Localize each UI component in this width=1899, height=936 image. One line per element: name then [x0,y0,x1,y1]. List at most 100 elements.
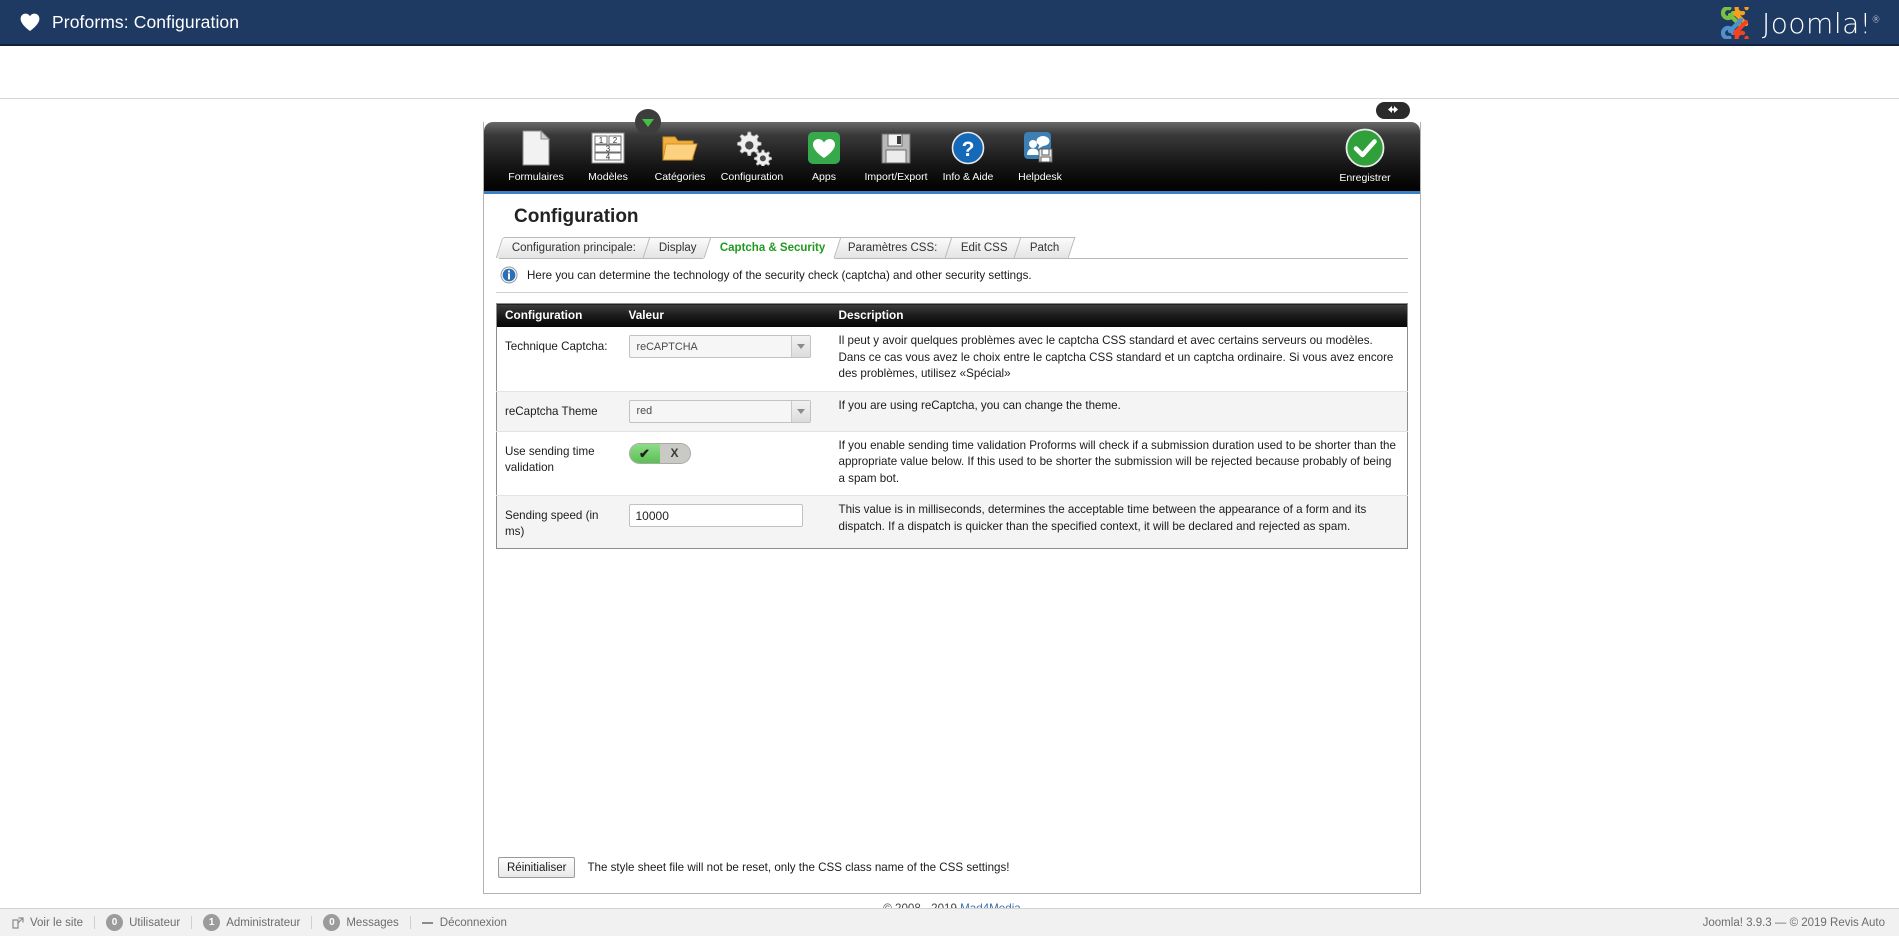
tab-patch[interactable]: Patch [1013,237,1077,258]
status-divider [191,916,193,929]
joomla-brand-text: Joomla! [1762,6,1872,40]
toolbar-label-categories: Catégories [654,171,706,183]
dash-icon [421,921,433,924]
content-area: Configuration Configuration principale: … [484,194,1420,891]
table-row: Sending speed (in ms) This value is in m… [496,495,1408,549]
status-divider [409,916,411,929]
settings-table-head: Configuration Valeur Description [496,303,1408,327]
status-divider [311,916,313,929]
recaptcha-theme-select[interactable]: red [628,399,811,423]
row-control-recaptcha-theme: red [620,391,831,432]
toolbar-item-info-aide[interactable]: ? Info & Aide [932,122,1004,191]
status-bar: Voir le site 0 Utilisateur 1 Administrat… [0,908,1899,936]
row-description-sending-time-validation: If you enable sending time validation Pr… [830,431,1408,496]
toolbar-label-helpdesk: Helpdesk [1018,171,1062,183]
external-link-icon [12,916,24,929]
svg-text:1: 1 [599,136,604,145]
sending-time-validation-toggle[interactable]: ✔ X [628,442,691,464]
toolbar-item-import-export[interactable]: Import/Export [860,122,932,191]
registered-mark: ® [1871,15,1881,26]
tab-strip-filler [1070,237,1408,258]
toggle-on-half[interactable]: ✔ [629,443,660,463]
tab-parametres-css[interactable]: Paramètres CSS: [831,237,955,258]
tab-label: Captcha & Security [719,242,826,254]
tab-label: Configuration principale: [511,242,636,254]
row-description-recaptcha-theme: If you are using reCaptcha, you can chan… [830,391,1408,432]
status-messages[interactable]: 0 Messages [323,914,399,931]
toggle-off-half[interactable]: X [659,443,690,463]
toolbar-label-modeles: Modèles [588,171,628,183]
row-label-sending-time-validation: Use sending time validation [496,431,621,496]
tab-captcha-security[interactable]: Captcha & Security [703,237,842,258]
gears-icon [732,128,772,168]
save-button[interactable]: Enregistrer [1326,128,1404,184]
top-header-bar: Proforms: Configuration Joomla!® [0,0,1899,46]
status-users-count: 0 [106,914,124,931]
toolbar-item-configuration[interactable]: Configuration [716,122,788,191]
bottom-action-bar: Réinitialiser The style sheet file will … [484,857,1420,878]
table-row: Technique Captcha: reCAPTCHA Il peut y a… [496,327,1408,392]
save-button-label: Enregistrer [1339,172,1391,184]
status-divider [94,916,96,929]
toolbar-label-formulaires: Formulaires [508,171,564,183]
column-header-valeur: Valeur [620,303,831,327]
row-control-technique-captcha: reCAPTCHA [620,327,831,392]
status-version: Joomla! 3.9.3 — © 2019 Revis Auto [1702,916,1885,929]
status-administrators[interactable]: 1 Administrateur [203,914,300,931]
joomla-logo: Joomla!® [1720,1,1881,45]
info-circle-icon [500,266,518,284]
column-header-description: Description [830,303,1408,327]
status-messages-label: Messages [346,916,399,929]
row-control-sending-time-validation: ✔ X [620,431,831,496]
toolbar-label-configuration: Configuration [720,171,784,183]
reset-button[interactable]: Réinitialiser [498,857,576,878]
reset-note-text: The style sheet file will not be reset, … [587,861,1010,874]
green-triangle-down-icon [642,119,654,127]
status-view-site-label: Voir le site [30,916,84,929]
page-title: Proforms: Configuration [52,11,240,32]
x-icon: X [670,446,679,460]
info-note-text: Here you can determine the technology of… [527,269,1032,282]
sending-speed-input[interactable] [628,504,803,527]
proforms-app-panel: Formulaires 1 2 3 4 Modèles Catégories C… [483,102,1421,894]
chevron-down-icon [790,336,810,357]
technique-captcha-select[interactable]: reCAPTCHA [628,335,811,358]
toolbar-label-apps: Apps [812,171,836,183]
svg-text:4: 4 [606,153,611,162]
document-icon [521,128,551,168]
row-description-sending-speed: This value is in milliseconds, determine… [830,495,1408,549]
toolbar-item-formulaires[interactable]: Formulaires [500,122,572,191]
table-row: Use sending time validation ✔ X If you e… [496,431,1408,496]
active-section-marker [635,109,661,135]
status-users[interactable]: 0 Utilisateur [106,914,180,931]
tab-label: Paramètres CSS: [848,242,938,254]
collapse-toggle-button[interactable] [1376,102,1410,119]
tab-display[interactable]: Display [642,237,714,258]
joomla-mark-icon [1720,1,1755,45]
row-label-recaptcha-theme: reCaptcha Theme [496,391,621,432]
tab-strip: Configuration principale: Display Captch… [495,236,1408,259]
svg-text:2: 2 [613,136,618,145]
status-logout[interactable]: Déconnexion [421,916,507,929]
status-messages-count: 0 [323,914,341,931]
status-administrators-label: Administrateur [226,916,301,929]
status-logout-label: Déconnexion [439,916,507,929]
heart-icon [20,13,40,32]
status-view-site[interactable]: Voir le site [12,917,83,929]
toolbar-item-helpdesk[interactable]: Helpdesk [1004,122,1076,191]
toolbar-label-info-aide: Info & Aide [942,171,994,183]
toolbar-item-modeles[interactable]: 1 2 3 4 Modèles [572,122,644,191]
helpdesk-icon [1023,128,1057,168]
toolbar-item-apps[interactable]: Apps [788,122,860,191]
tab-edit-css[interactable]: Edit CSS [944,237,1024,258]
row-label-technique-captcha: Technique Captcha: [496,327,621,392]
green-check-circle-icon [1345,128,1385,168]
chevron-down-icon [790,400,810,422]
folder-icon [661,128,699,168]
tab-configuration-principale[interactable]: Configuration principale: [495,237,653,258]
status-administrators-count: 1 [203,914,221,931]
svg-text:?: ? [962,138,975,161]
settings-table-body: Technique Captcha: reCAPTCHA Il peut y a… [496,327,1408,549]
tab-label: Display [658,242,697,254]
template-grid-icon: 1 2 3 4 [591,128,625,168]
